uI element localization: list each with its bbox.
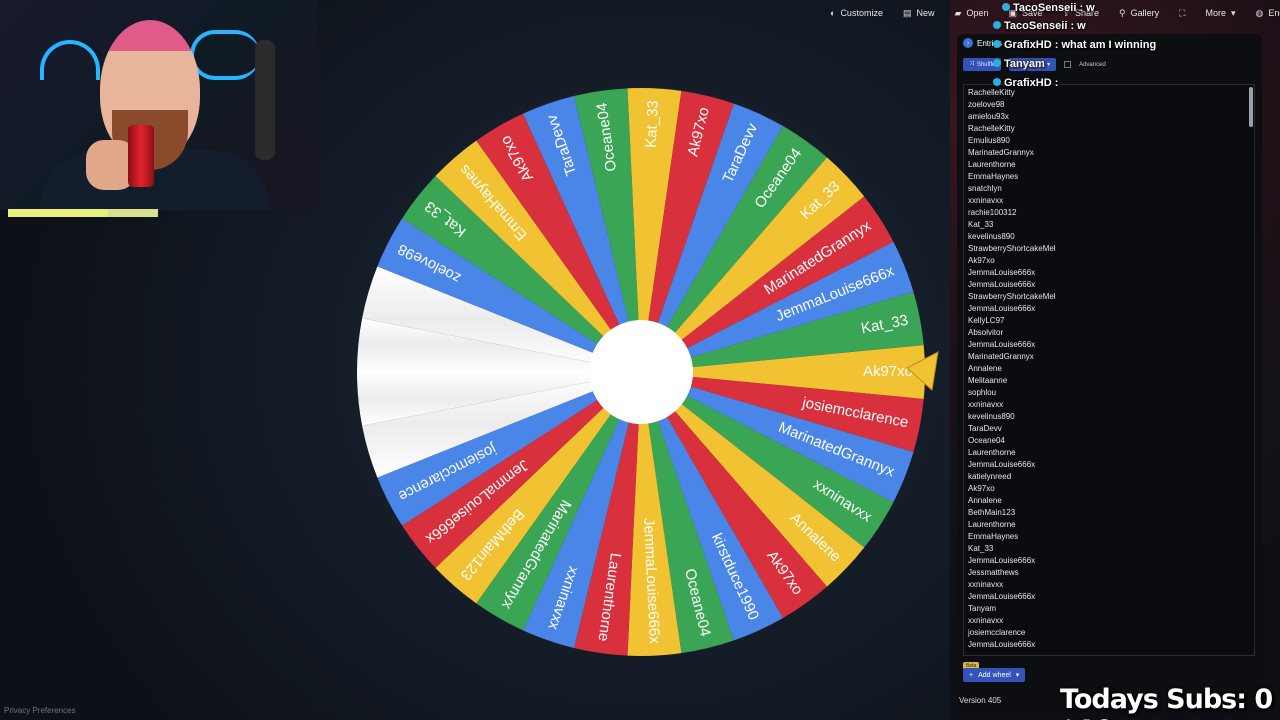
entry-item: rachie100312 xyxy=(968,208,1017,217)
advanced-label: Advanced xyxy=(1079,61,1106,68)
shuffle-icon: ⤨ xyxy=(969,61,974,67)
entry-item: josiemcclarence xyxy=(968,628,1026,637)
language-button[interactable]: ◍English xyxy=(1256,8,1280,19)
entry-item: Melitaanne xyxy=(968,376,1008,385)
wheel-center-button[interactable] xyxy=(589,320,693,424)
chat-message: GrafixHD : what am I winning xyxy=(993,39,1156,51)
entry-item: Emulius890 xyxy=(968,136,1010,145)
entries-scrollbar[interactable] xyxy=(1249,87,1253,127)
entry-item: Laurenthorne xyxy=(968,160,1016,169)
entry-item: Absolvitor xyxy=(968,328,1004,337)
entry-item: Tanyam xyxy=(968,604,997,613)
spin-wheel[interactable]: Ak97xojosiemcclarenceMarinatedGrannyxxxn… xyxy=(0,0,950,720)
entry-item: Oceane04 xyxy=(968,436,1005,445)
privacy-preferences-link[interactable]: Privacy Preferences xyxy=(4,706,76,715)
entry-item: StrawberryShortcakeMel xyxy=(968,292,1056,301)
entry-item: JemmaLouise666x xyxy=(968,280,1036,289)
chat-badge-icon xyxy=(993,21,1001,29)
collapse-icon[interactable]: › xyxy=(963,38,973,48)
chat-badge-icon xyxy=(993,40,1001,48)
more-menu-button[interactable]: More ▾ xyxy=(1205,8,1235,19)
entry-item: JemmaLouise666x xyxy=(968,640,1036,649)
plus-icon: + xyxy=(969,671,974,679)
entry-item: Kat_33 xyxy=(968,544,994,553)
chat-badge-icon xyxy=(993,78,1001,86)
entry-item: Ak97xo xyxy=(968,484,995,493)
entry-item: xxninavxx xyxy=(968,580,1004,589)
entry-item: MarinatedGrannyx xyxy=(968,148,1034,157)
entry-item: Annalene xyxy=(968,364,1002,373)
entry-item: kevelinus890 xyxy=(968,232,1015,241)
entry-item: JemmaLouise666x xyxy=(968,460,1036,469)
folder-icon: ▰ xyxy=(954,7,962,18)
entry-item: Laurenthorne xyxy=(968,448,1016,457)
entry-item: xxninavxx xyxy=(968,616,1004,625)
subs-counter: Todays Subs: 0 / 10 xyxy=(1060,684,1273,720)
entry-item: xxninavxx xyxy=(968,400,1004,409)
entry-item: Kat_33 xyxy=(968,220,994,229)
entry-item: RachelleKitty xyxy=(968,124,1015,133)
entry-item: KellyLC97 xyxy=(968,316,1005,325)
globe-icon: ◍ xyxy=(1255,7,1264,18)
entry-item: EmmaHaynes xyxy=(968,172,1019,181)
entry-item: JemmaLouise666x xyxy=(968,556,1036,565)
chat-message: Tanyam xyxy=(993,58,1045,70)
new-button[interactable]: ▤ New xyxy=(903,8,935,19)
entry-item: JemmaLouise666x xyxy=(968,340,1036,349)
chat-badge-icon xyxy=(1002,3,1010,11)
version-label: Version 405 xyxy=(959,696,1002,705)
entry-item: Jessmatthews xyxy=(968,568,1019,577)
entry-item: kevelinus890 xyxy=(968,412,1015,421)
entries-textarea[interactable]: RachelleKitty zoelove98 amielou93x Rachelle… xyxy=(963,84,1255,656)
chat-badge-icon xyxy=(993,59,1001,67)
entry-item: zoelove98 xyxy=(968,100,1005,109)
chat-message: TacoSenseii : w xyxy=(1002,2,1095,14)
entry-item: JemmaLouise666x xyxy=(968,268,1036,277)
entry-item: JemmaLouise666x xyxy=(968,304,1036,313)
entries-panel: › Entries ⤨ Shuffle Add image ▾ Advanced R… xyxy=(957,34,1262,714)
chat-message: TacoSenseii : w xyxy=(993,20,1086,32)
entry-item: BethMain123 xyxy=(968,508,1016,517)
gallery-button[interactable]: ⚲ Gallery xyxy=(1119,8,1159,19)
chat-message: GrafixHD : xyxy=(993,77,1058,89)
entry-item: Annalene xyxy=(968,496,1002,505)
customize-button[interactable]: ◐ Customize xyxy=(830,8,883,18)
entry-item: katielynreed xyxy=(968,472,1012,481)
advanced-checkbox[interactable] xyxy=(1064,61,1072,68)
entry-item: EmmaHaynes xyxy=(968,532,1019,541)
entry-item: sophlou xyxy=(968,388,997,397)
file-icon: ▤ xyxy=(902,7,912,18)
search-icon: ⚲ xyxy=(1119,7,1126,18)
chevron-down-icon: ▾ xyxy=(1047,62,1051,68)
wheel-slice-label: Kat_33 xyxy=(643,100,662,148)
entry-item: StrawberryShortcakeMel xyxy=(968,244,1056,253)
palette-icon: ◐ xyxy=(830,8,836,18)
entry-item: Laurenthorne xyxy=(968,520,1016,529)
add-wheel-button[interactable]: + Add wheel ▾ xyxy=(963,668,1026,682)
entry-item: xxninavxx xyxy=(968,196,1004,205)
entry-item: JemmaLouise666x xyxy=(968,592,1036,601)
wheel-slice-label: Ak97xo xyxy=(863,363,913,380)
open-button[interactable]: ▰ Open xyxy=(954,8,988,19)
fullscreen-button[interactable]: ⛶ xyxy=(1179,8,1185,19)
entry-item: snatchlyn xyxy=(968,184,1002,193)
entries-list: RachelleKitty zoelove98 amielou93x Rachelle… xyxy=(964,85,1254,653)
entry-item: amielou93x xyxy=(968,112,1009,121)
fullscreen-icon: ⛶ xyxy=(1179,7,1186,18)
entry-item: Ak97xo xyxy=(968,256,995,265)
entry-item: MarinatedGrannyx xyxy=(968,352,1034,361)
chevron-down-icon: ▾ xyxy=(1230,7,1236,18)
chevron-down-icon: ▾ xyxy=(1015,672,1020,679)
entry-item: TaraDevv xyxy=(968,424,1002,433)
